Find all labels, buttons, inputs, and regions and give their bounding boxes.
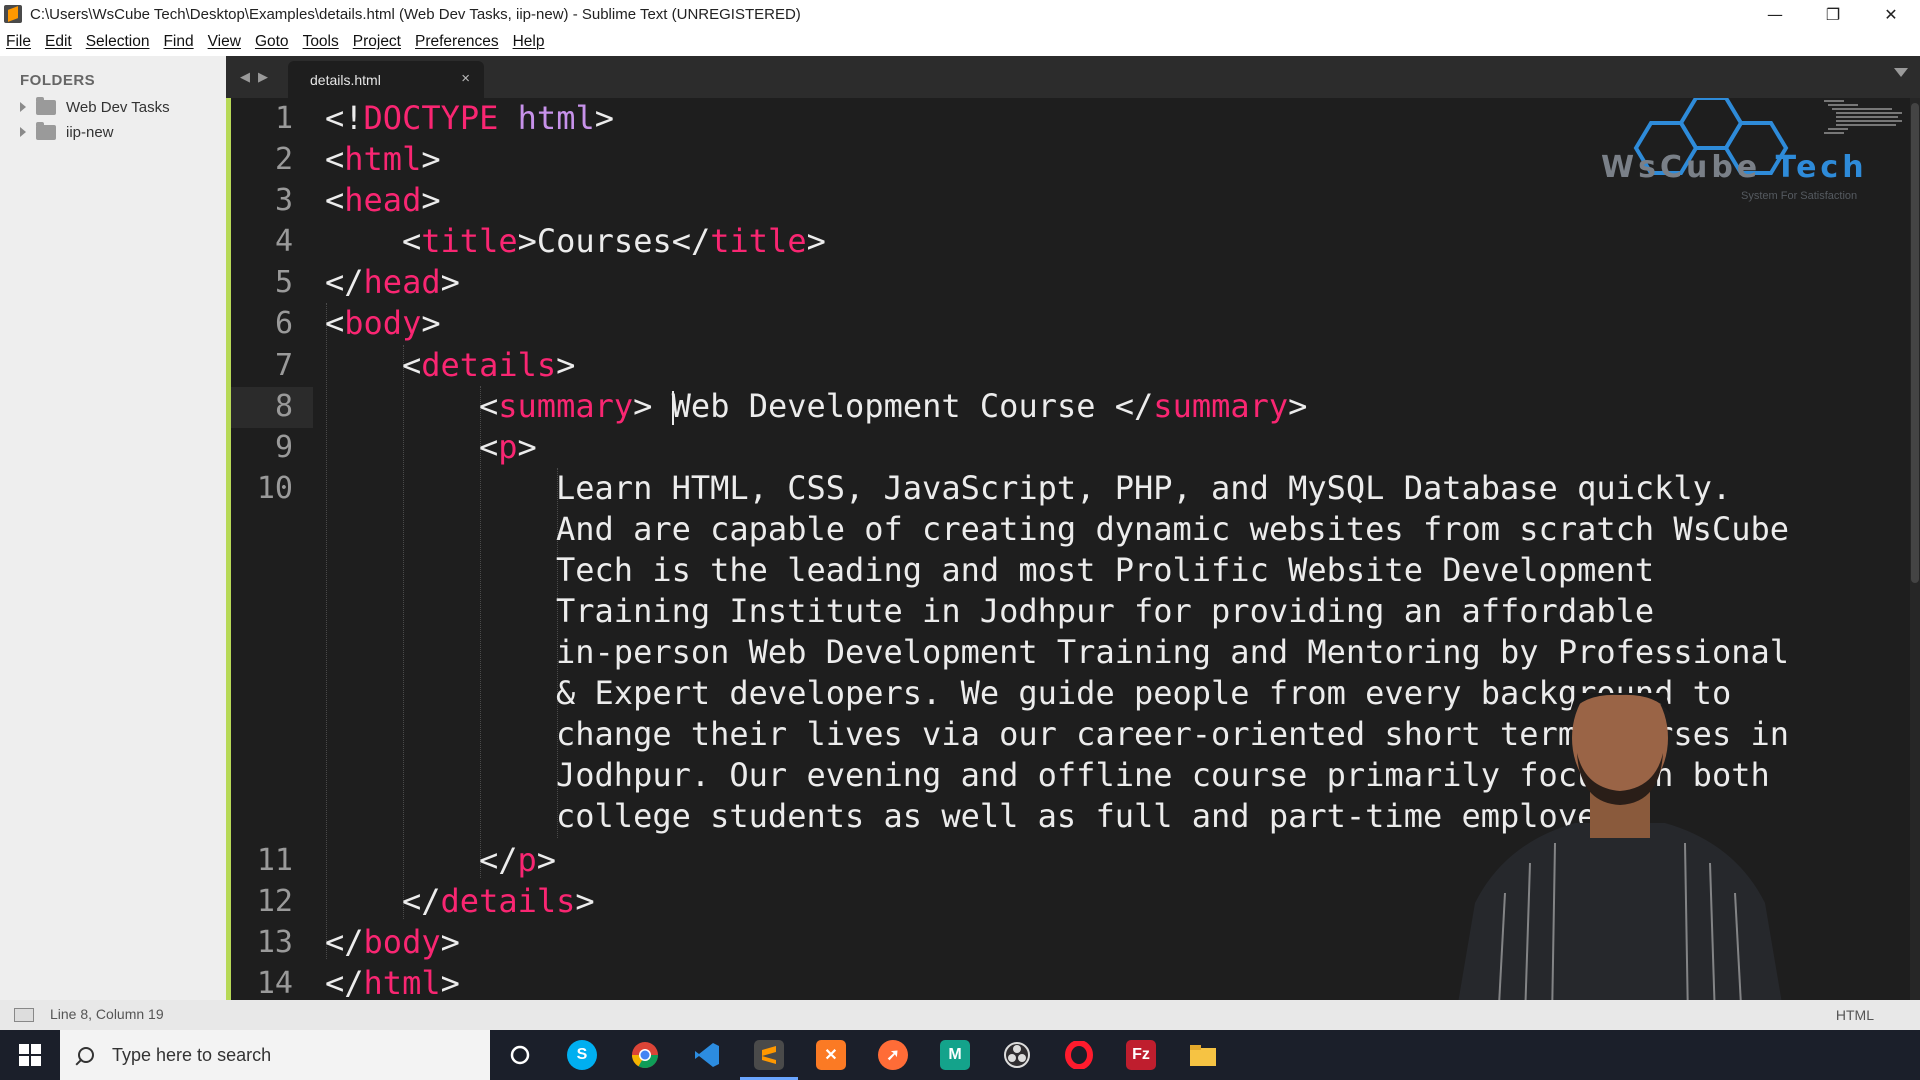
panel-toggle-icon[interactable] [14,1008,34,1022]
code-line-10-wrap: Learn HTML, CSS, JavaScript, PHP, and My… [556,469,1732,507]
postman-icon[interactable]: ➚ [878,1040,908,1070]
menu-tools[interactable]: Tools [303,33,339,51]
cortana-icon[interactable] [505,1040,535,1070]
menu-preferences[interactable]: Preferences [415,33,499,51]
code-line-12: </details> [402,882,595,920]
tab-forward-icon[interactable]: ▶ [258,70,268,85]
windows-taskbar: Type here to search S ✕ ➚ M Fz [0,1030,1920,1080]
menu-find[interactable]: Find [163,33,193,51]
cursor-position: Line 8, Column 19 [50,1006,164,1022]
status-bar: Line 8, Column 19 HTML [0,1000,1920,1030]
line-number: 7 [274,348,293,383]
file-explorer-icon[interactable] [1188,1040,1218,1070]
code-line-10-wrap: in-person Web Development Training and M… [556,633,1789,671]
folder-label: iip-new [66,123,114,141]
expand-arrow-icon[interactable] [20,127,26,137]
tab-label: details.html [310,71,381,88]
start-button[interactable] [0,1030,60,1080]
restore-button[interactable]: ❐ [1804,0,1862,28]
skype-icon[interactable]: S [567,1040,597,1070]
tab-details-html[interactable]: details.html × [288,61,484,98]
code-line-11: </p> [479,841,557,879]
line-number: 8 [274,389,293,424]
menu-goto[interactable]: Goto [255,33,289,51]
line-number: 14 [256,966,293,1000]
menu-file[interactable]: File [6,33,31,51]
search-icon [78,1047,94,1063]
code-line-10-wrap: And are capable of creating dynamic webs… [556,510,1789,548]
folder-icon [36,121,56,140]
opera-icon[interactable] [1064,1040,1094,1070]
filezilla-icon[interactable]: Fz [1126,1040,1156,1070]
menu-view[interactable]: View [208,33,241,51]
sidebar-folder-iip-new[interactable]: iip-new [20,121,114,143]
line-number: 5 [274,265,293,300]
code-line-3: <head> [325,181,441,219]
folder-label: Web Dev Tasks [66,98,170,116]
indent-guide [326,303,327,959]
menu-help[interactable]: Help [513,33,545,51]
tab-back-icon[interactable]: ◀ [240,70,250,85]
line-number: 1 [274,101,293,136]
folders-heading: FOLDERS [20,72,96,89]
line-number: 3 [274,183,293,218]
line-number: 11 [256,843,293,878]
menu-bar: File Edit Selection Find View Goto Tools… [0,28,1920,56]
tab-bar: ◀ ▶ details.html × [226,56,1920,98]
line-number: 2 [274,142,293,177]
notepad-plus-icon[interactable]: M [940,1040,970,1070]
tab-navigation: ◀ ▶ [240,70,268,85]
minimize-button[interactable]: — [1746,0,1804,28]
code-line-10-wrap: Tech is the leading and most Prolific We… [556,551,1655,589]
sublime-icon[interactable] [754,1040,784,1070]
line-number: 6 [274,306,293,341]
close-button[interactable]: ✕ [1862,0,1920,28]
code-line-9: <p> [479,428,537,466]
code-line-1: <!DOCTYPE html> [325,99,614,137]
sublime-app-icon [4,5,22,23]
line-number: 13 [256,925,293,960]
search-placeholder: Type here to search [112,1044,272,1065]
menu-project[interactable]: Project [353,33,401,51]
menu-selection[interactable]: Selection [86,33,150,51]
line-number-gutter: 1 2 3 4 5 6 7 8 9 10 11 12 13 14 [231,98,313,1000]
indent-guide [403,345,404,919]
scroll-thumb[interactable] [1911,103,1919,583]
line-number: 10 [256,471,293,506]
title-bar: C:\Users\WsCube Tech\Desktop\Examples\de… [0,0,1920,28]
xampp-icon[interactable]: ✕ [816,1040,846,1070]
windows-logo-icon [19,1044,41,1066]
line-number: 4 [274,224,293,259]
code-line-4: <title>Courses</title> [402,222,826,260]
tab-close-icon[interactable]: × [461,70,470,87]
sidebar-folder-web-dev-tasks[interactable]: Web Dev Tasks [20,96,170,118]
expand-arrow-icon[interactable] [20,102,26,112]
syntax-selector[interactable]: HTML [1836,1007,1874,1023]
chrome-icon[interactable] [630,1040,660,1070]
code-line-7: <details> [402,346,576,384]
logo-wordmark: WsCube Tech [1601,150,1868,185]
window-controls: — ❐ ✕ [1746,0,1920,28]
sidebar: FOLDERS Web Dev Tasks iip-new [0,56,226,1000]
obs-icon[interactable] [1002,1040,1032,1070]
line-number: 9 [274,430,293,465]
vscode-icon[interactable] [692,1040,722,1070]
window-title: C:\Users\WsCube Tech\Desktop\Examples\de… [30,5,801,23]
code-line-13: </body> [325,923,460,961]
menu-edit[interactable]: Edit [45,33,72,51]
minimap[interactable] [1822,98,1906,140]
taskbar-search-box[interactable]: Type here to search [60,1030,490,1080]
folder-icon [36,96,56,115]
logo-tagline: System For Satisfaction [1741,190,1858,202]
tab-list-dropdown-icon[interactable] [1894,68,1908,77]
code-line-10-wrap: Training Institute in Jodhpur for provid… [556,592,1655,630]
code-line-6: <body> [325,304,441,342]
code-line-8: <summary> Web Development Course </summa… [479,387,1308,425]
line-number: 12 [256,884,293,919]
code-line-2: <html> [325,140,441,178]
code-line-5: </head> [325,263,460,301]
vertical-scrollbar[interactable] [1910,98,1920,1000]
code-line-14: </html> [325,964,460,1000]
